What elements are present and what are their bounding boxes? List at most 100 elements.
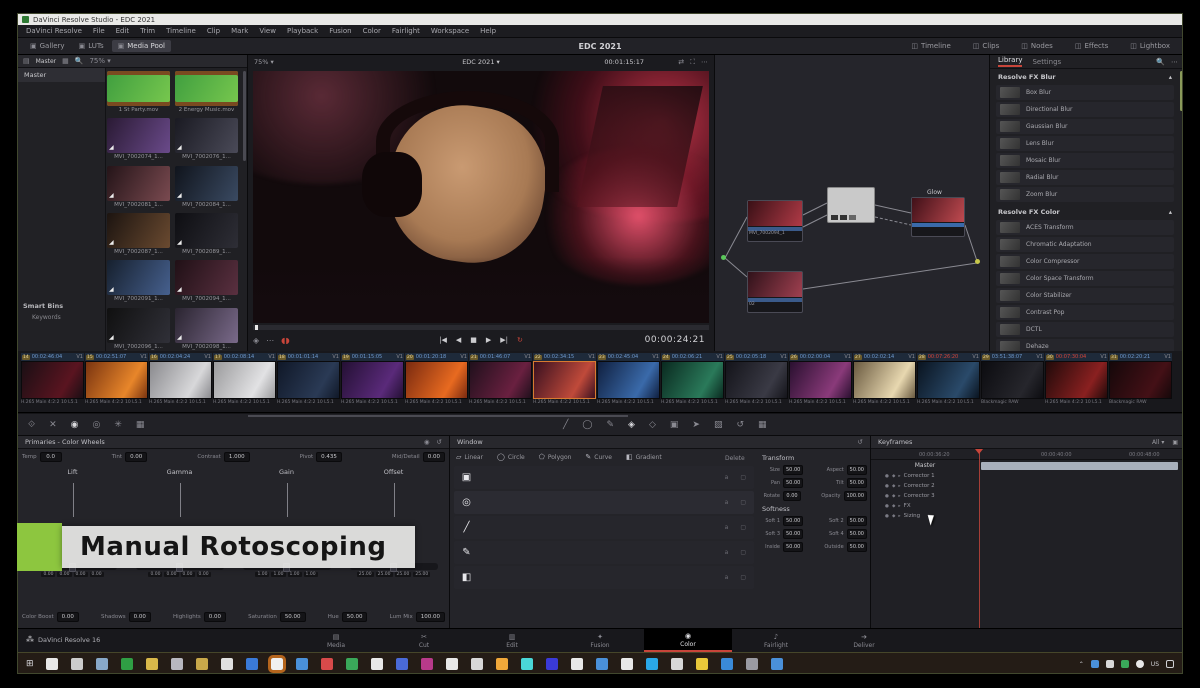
tool-icon-right-8[interactable]: ↺ [736,420,744,430]
wipe-icon[interactable]: ⇄ [678,58,684,67]
tool-icon-left-4[interactable]: ✳ [114,420,122,430]
corrector-node-1[interactable]: MVI_7002094_1 [747,200,803,242]
library-effect-item[interactable]: Gaussian Blur [996,119,1174,134]
menu-item-color[interactable]: Color [363,27,381,35]
timeline-clip[interactable]: 2100:01:46:07V1H.265 Main 4:2:2 10 L5.1 [469,353,532,406]
taskbar-app-icon-14[interactable] [396,658,408,670]
taskbar-app-icon-28[interactable] [746,658,758,670]
invert-icon[interactable]: a [725,499,729,506]
source-node-dot[interactable] [721,255,726,260]
taskbar-app-icon-16[interactable] [446,658,458,670]
expand-arrow-icon[interactable]: ▸ [898,514,900,519]
tray-icon-1[interactable] [1091,660,1099,668]
topbar-button-luts[interactable]: ▣LUTs [73,40,110,52]
window-tool-polygon[interactable]: ⬠Polygon [539,453,572,461]
invert-icon[interactable]: a [725,474,729,481]
timeline-name-dropdown[interactable]: EDC 2021 ▾ [462,58,500,66]
timeline-clip[interactable]: 2000:01:20:18V1H.265 Main 4:2:2 10 L5.1 [405,353,468,406]
timeline-clip[interactable]: 2600:02:00:04V1H.265 Main 4:2:2 10 L5.1 [789,353,852,406]
tool-icon-right-6[interactable]: ➤ [692,420,700,430]
taskbar-app-icon-29[interactable] [771,658,783,670]
output-node-dot[interactable] [975,259,980,264]
keyframes-filter-dropdown[interactable]: All ▾ [1152,439,1164,446]
page-tab-cut[interactable]: ✂Cut [380,629,468,652]
step-back-button[interactable]: ◀ [456,336,461,344]
library-effect-item[interactable]: Color Space Transform [996,271,1174,286]
media-clip[interactable]: ◢MVI_7002096_1... [107,308,170,351]
mask-icon[interactable]: ▢ [740,524,746,531]
menu-item-edit[interactable]: Edit [116,27,130,35]
topbar-button-nodes[interactable]: ◫Nodes [1015,40,1059,52]
taskbar-app-icon-13[interactable] [371,658,383,670]
zoom-level[interactable]: 75% ▾ [89,57,110,65]
keyboard-layout[interactable]: US [1151,661,1159,668]
play-button[interactable]: ▶ [486,336,491,344]
mask-icon[interactable]: ▢ [740,549,746,556]
tool-icon-right-3[interactable]: ◈ [628,420,635,430]
timeline-clip[interactable]: 2800:07:26:20V1H.265 Main 4:2:2 10 L5.1 [917,353,980,406]
menu-item-clip[interactable]: Clip [207,27,220,35]
menu-item-fusion[interactable]: Fusion [329,27,351,35]
media-clip[interactable]: 1 St Party.mov [107,71,170,114]
mask-icon[interactable]: ▢ [740,474,746,481]
window-tool-gradient[interactable]: ◧Gradient [626,453,662,461]
topbar-button-clips[interactable]: ◫Clips [967,40,1006,52]
transform-opacity-value[interactable]: 100.00 [844,491,868,501]
invert-icon[interactable]: a [725,524,729,531]
keyframes-ruler[interactable]: 00:00:36:20 00:00:40:00 00:00:48:00 [871,449,1183,460]
wheel-field-pivot-value[interactable]: 0.435 [316,452,342,462]
menu-item-view[interactable]: View [259,27,276,35]
taskbar-app-icon-9[interactable] [271,658,283,670]
taskbar-app-icon-0[interactable] [46,658,58,670]
tool-icon-left-3[interactable]: ◎ [93,420,101,430]
taskbar-app-icon-24[interactable] [646,658,658,670]
softness-soft3-value[interactable]: 50.00 [783,529,803,539]
topbar-button-lightbox[interactable]: ◫Lightbox [1124,40,1176,52]
media-clip[interactable]: ◢MVI_7002076_1... [175,118,238,161]
unmix-icon[interactable]: ◈ [253,336,259,345]
invert-icon[interactable]: a [725,574,729,581]
page-tab-fusion[interactable]: ✦Fusion [556,629,644,652]
timeline-clip[interactable]: 1900:01:15:05V1H.265 Main 4:2:2 10 L5.1 [341,353,404,406]
tray-icon-2[interactable] [1106,660,1114,668]
topbar-button-gallery[interactable]: ▣Gallery [24,40,71,52]
bin-item-master[interactable]: Master [18,68,105,82]
page-tab-fairlight[interactable]: ♪Fairlight [732,629,820,652]
tool-icon-right-7[interactable]: ▧ [714,420,723,430]
taskbar-app-icon-21[interactable] [571,658,583,670]
tray-icon-3[interactable] [1121,660,1129,668]
topbar-button-effects[interactable]: ◫Effects [1069,40,1114,52]
library-section-header[interactable]: Resolve FX Blur▴ [990,69,1180,83]
taskbar-app-icon-5[interactable] [171,658,183,670]
prev-clip-button[interactable]: |◀ [439,336,447,344]
tool-icon-right-5[interactable]: ▣ [670,420,679,430]
menu-item-playback[interactable]: Playback [287,27,318,35]
taskbar-app-icon-19[interactable] [521,658,533,670]
mask-icon[interactable]: ▢ [740,574,746,581]
media-clip[interactable]: ◢MVI_7002094_1... [175,260,238,303]
window-shape-row-0[interactable]: ▣a▢ [454,466,754,489]
tool-icon-left-1[interactable]: ✕ [49,420,57,430]
library-effect-item[interactable]: Color Stabilizer [996,288,1174,303]
taskbar-app-icon-25[interactable] [671,658,683,670]
page-tab-media[interactable]: ▤Media [292,629,380,652]
media-clip[interactable]: ◢MVI_7002074_1... [107,118,170,161]
page-tab-edit[interactable]: ▥Edit [468,629,556,652]
smart-bins-header[interactable]: Smart Bins [18,300,105,312]
expand-arrow-icon[interactable]: ▸ [898,484,900,489]
timeline-clip[interactable]: 2500:02:05:18V1H.265 Main 4:2:2 10 L5.1 [725,353,788,406]
timeline-clip[interactable]: 1600:02:04:24V1H.265 Main 4:2:2 10 L5.1 [149,353,212,406]
library-more-icon[interactable]: ⋯ [1171,58,1178,66]
media-clip[interactable]: ◢MVI_7002087_1... [107,213,170,256]
softness-outside-value[interactable]: 50.00 [847,542,867,552]
library-section-header[interactable]: Resolve FX Color▴ [990,204,1180,218]
library-effect-item[interactable]: DCTL [996,322,1174,337]
expand-arrow-icon[interactable]: ▸ [898,474,900,479]
viewer-image[interactable] [253,71,709,323]
menu-item-davinci-resolve[interactable]: DaVinci Resolve [26,27,82,35]
library-effect-item[interactable]: Box Blur [996,85,1174,100]
tool-icon-left-0[interactable]: ⟐ [28,420,35,430]
timeline-clip[interactable]: 2903:51:38:07V1Blackmagic RAW [981,353,1044,406]
corrector-node-2[interactable]: 02 [747,271,803,313]
taskbar-app-icon-11[interactable] [321,658,333,670]
